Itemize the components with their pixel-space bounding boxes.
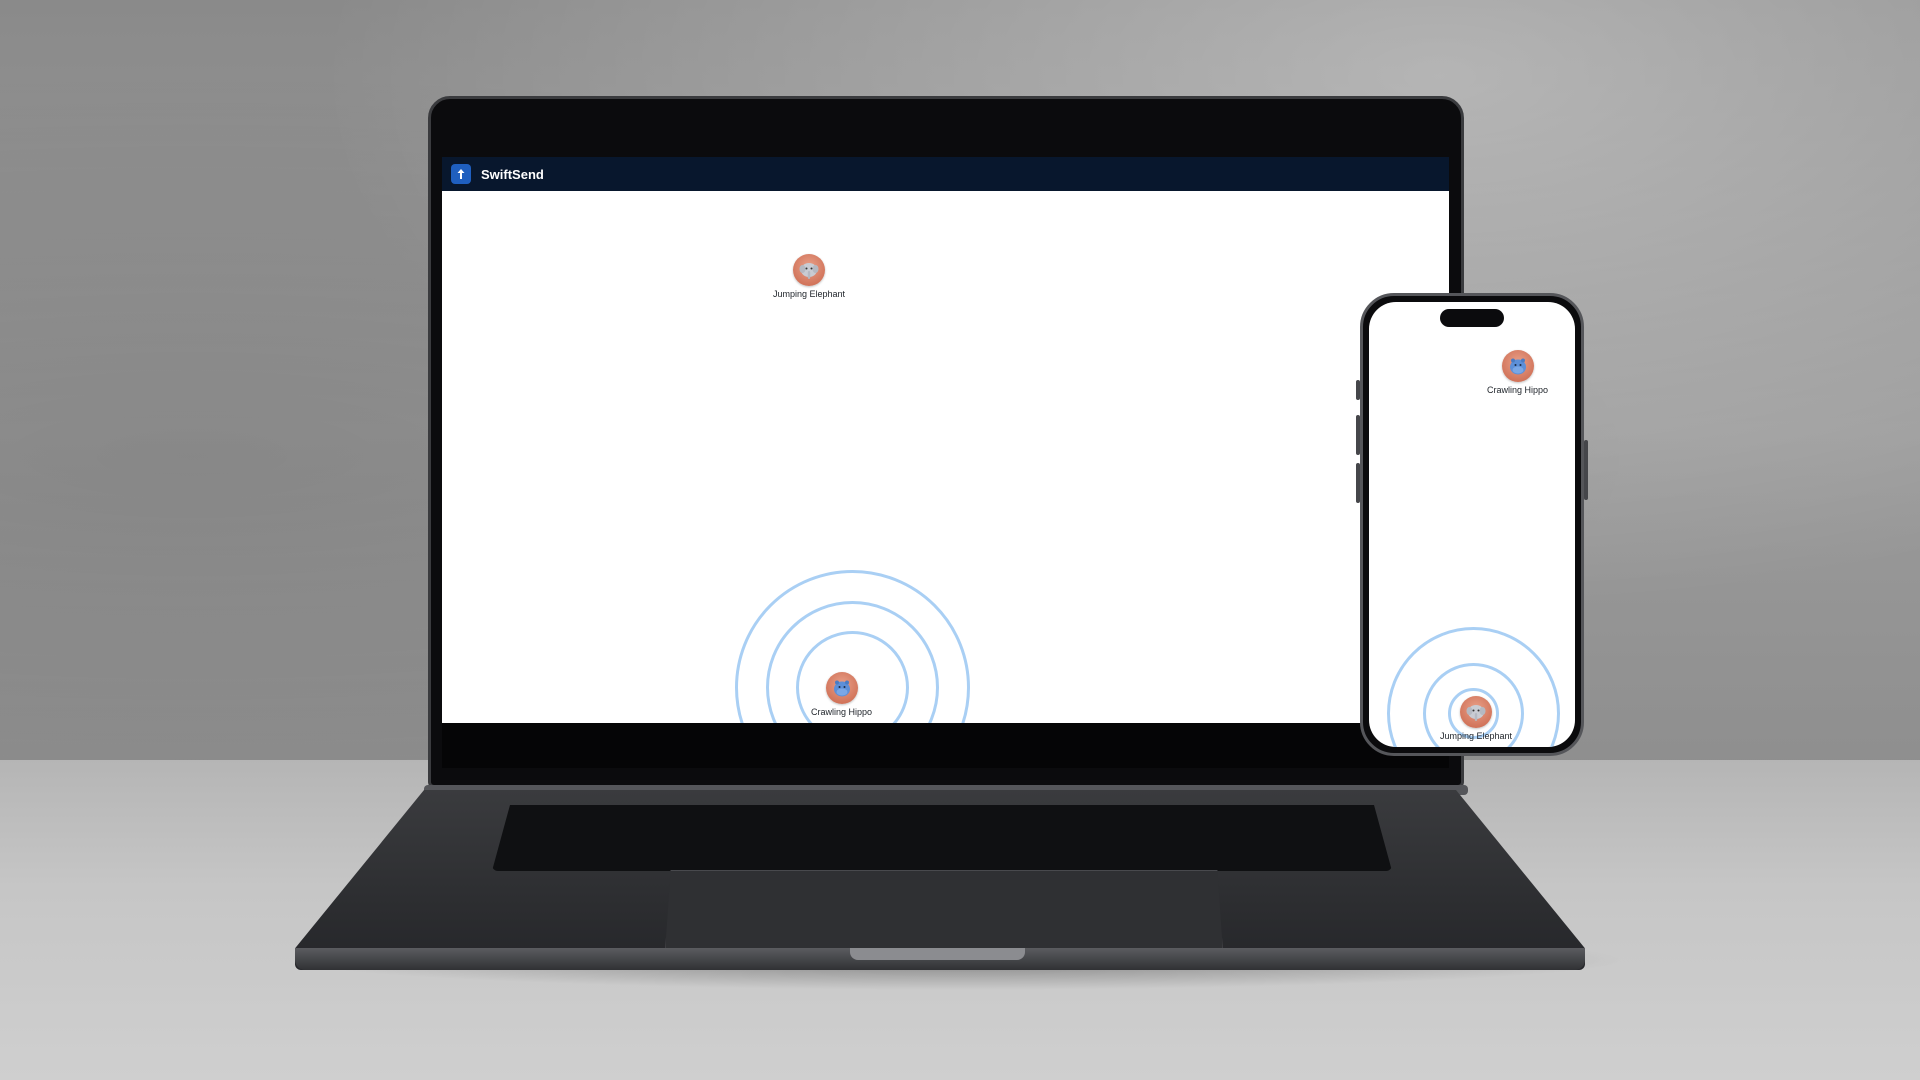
phone-screen: Crawling Hippo Jumping Elephant: [1369, 302, 1575, 747]
peer-name: Jumping Elephant: [773, 289, 846, 299]
laptop-front-notch: [850, 948, 1025, 960]
self-device: Crawling Hippo: [811, 672, 872, 717]
elephant-avatar-icon: [1460, 696, 1493, 728]
peer-device[interactable]: Jumping Elephant: [773, 254, 845, 299]
self-name: Crawling Hippo: [811, 707, 873, 717]
phone-power-button: [1584, 440, 1588, 500]
hippo-avatar-icon: [1501, 350, 1534, 382]
dynamic-island: [1440, 309, 1504, 327]
peer-name: Crawling Hippo: [1487, 385, 1549, 395]
app-title: SwiftSend: [481, 166, 544, 182]
peer-device[interactable]: Crawling Hippo: [1487, 350, 1548, 395]
self-name: Jumping Elephant: [1440, 731, 1513, 741]
elephant-avatar-icon: [793, 254, 826, 286]
app-title-bar: SwiftSend: [442, 157, 1449, 191]
laptop-keyboard: [492, 805, 1392, 871]
laptop-trackpad: [665, 870, 1223, 952]
upload-arrow-icon: [451, 164, 471, 184]
hippo-avatar-icon: [825, 672, 858, 704]
laptop-screen: SwiftSend Jumping Elephant Crawling Hipp…: [442, 157, 1449, 723]
laptop-chin: [442, 723, 1449, 768]
self-device: Jumping Elephant: [1440, 696, 1512, 741]
